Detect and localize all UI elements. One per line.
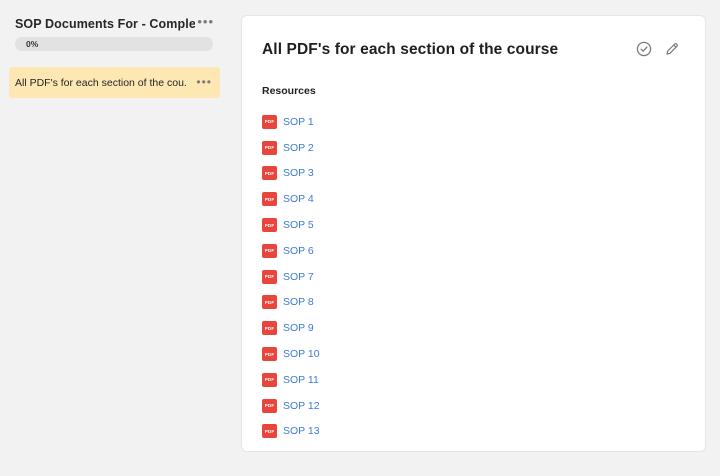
resource-item[interactable]: PDF SOP 11 [262, 367, 320, 393]
resource-link[interactable]: SOP 3 [283, 167, 314, 179]
resource-item[interactable]: PDF SOP 5 [262, 212, 320, 238]
resource-item[interactable]: PDF SOP 4 [262, 186, 320, 212]
check-circle-icon[interactable] [635, 40, 653, 58]
resource-link[interactable]: SOP 9 [283, 322, 314, 334]
lesson-title: All PDF's for each section of the course [262, 41, 559, 58]
pdf-icon: PDF [262, 424, 277, 439]
course-title[interactable]: SOP Documents For - Complete ... [15, 17, 195, 31]
resource-link[interactable]: SOP 12 [283, 400, 320, 412]
lesson-actions [635, 40, 681, 58]
resource-link[interactable]: SOP 5 [283, 219, 314, 231]
resource-item[interactable]: PDF SOP 9 [262, 315, 320, 341]
resource-item[interactable]: PDF SOP 2 [262, 135, 320, 161]
resource-link[interactable]: SOP 13 [283, 425, 320, 437]
resource-link[interactable]: SOP 2 [283, 142, 314, 154]
pdf-icon: PDF [262, 269, 277, 284]
pencil-icon[interactable] [663, 40, 681, 58]
resource-item[interactable]: PDF SOP 7 [262, 264, 320, 290]
resource-item[interactable]: PDF SOP 6 [262, 238, 320, 264]
resource-item[interactable]: PDF SOP 12 [262, 393, 320, 419]
sidebar: SOP Documents For - Complete ... ••• 0% … [0, 0, 232, 476]
resource-item[interactable]: PDF SOP 1 [262, 109, 320, 135]
sidebar-section-item[interactable]: All PDF's for each section of the cou...… [9, 67, 220, 98]
lesson-card: All PDF's for each section of the course… [241, 15, 706, 452]
resource-link[interactable]: SOP 8 [283, 296, 314, 308]
resource-item[interactable]: PDF SOP 8 [262, 290, 320, 316]
resource-link[interactable]: SOP 11 [283, 374, 319, 386]
pdf-icon: PDF [262, 114, 277, 129]
pdf-icon: PDF [262, 218, 277, 233]
resource-item[interactable]: PDF SOP 3 [262, 161, 320, 187]
pdf-icon: PDF [262, 243, 277, 258]
resource-link[interactable]: SOP 1 [283, 116, 314, 128]
pdf-icon: PDF [262, 295, 277, 310]
course-header: SOP Documents For - Complete ... ••• [15, 14, 220, 34]
course-more-icon[interactable]: ••• [197, 15, 214, 28]
pdf-icon: PDF [262, 321, 277, 336]
resource-link[interactable]: SOP 6 [283, 245, 314, 257]
resources-heading: Resources [262, 85, 316, 97]
progress-label: 0% [26, 39, 39, 49]
course-progress-bar: 0% [15, 37, 213, 51]
pdf-icon: PDF [262, 140, 277, 155]
pdf-icon: PDF [262, 166, 277, 181]
resource-link[interactable]: SOP 10 [283, 348, 320, 360]
pdf-icon: PDF [262, 398, 277, 413]
resource-item[interactable]: PDF SOP 13 [262, 419, 320, 445]
section-more-icon[interactable]: ••• [196, 76, 212, 88]
resource-link[interactable]: SOP 4 [283, 193, 314, 205]
resources-list: PDF SOP 1 PDF SOP 2 PDF SOP 3 PDF SOP 4 PDF SOP 5… [262, 109, 320, 444]
pdf-icon: PDF [262, 347, 277, 362]
resource-item[interactable]: PDF SOP 10 [262, 341, 320, 367]
section-label: All PDF's for each section of the cou... [15, 76, 187, 89]
pdf-icon: PDF [262, 372, 277, 387]
pdf-icon: PDF [262, 192, 277, 207]
resource-link[interactable]: SOP 7 [283, 271, 314, 283]
